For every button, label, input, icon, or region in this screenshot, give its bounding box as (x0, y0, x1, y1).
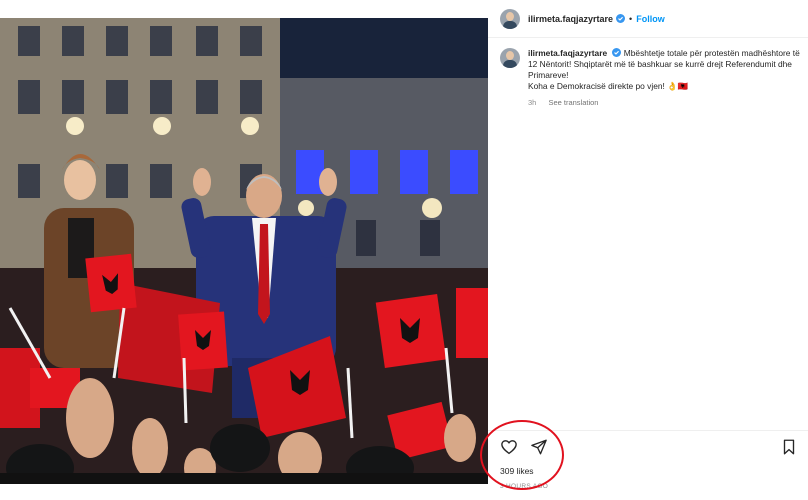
annotation-circle (480, 420, 564, 490)
caption-text-line-2: Koha e Demokracisë direkte po vjen! 👌🇦🇱 (528, 81, 689, 91)
caption-body: ilirmeta.faqjazyrtare Mbështetje totale … (528, 48, 800, 108)
verified-badge-icon (616, 14, 626, 23)
header-username[interactable]: ilirmeta.faqjazyrtare (528, 14, 613, 24)
post-photo (0, 18, 488, 484)
avatar[interactable] (500, 8, 520, 29)
post-photo-graphic (0, 18, 488, 484)
caption-username[interactable]: ilirmeta.faqjazyrtare (528, 48, 607, 58)
post-header: ilirmeta.faqjazyrtare • Follow (488, 0, 808, 38)
post-caption: ilirmeta.faqjazyrtare Mbështetje totale … (500, 48, 800, 108)
caption-meta: 3h See translation (528, 97, 800, 108)
caption-verified-badge-icon (612, 48, 622, 57)
follow-button[interactable]: Follow (636, 14, 665, 24)
header-separator: • (629, 13, 633, 24)
bookmark-icon[interactable] (780, 438, 798, 456)
caption-time: 3h (528, 98, 537, 107)
see-translation-link[interactable]: See translation (548, 98, 598, 107)
caption-avatar[interactable] (500, 48, 520, 68)
